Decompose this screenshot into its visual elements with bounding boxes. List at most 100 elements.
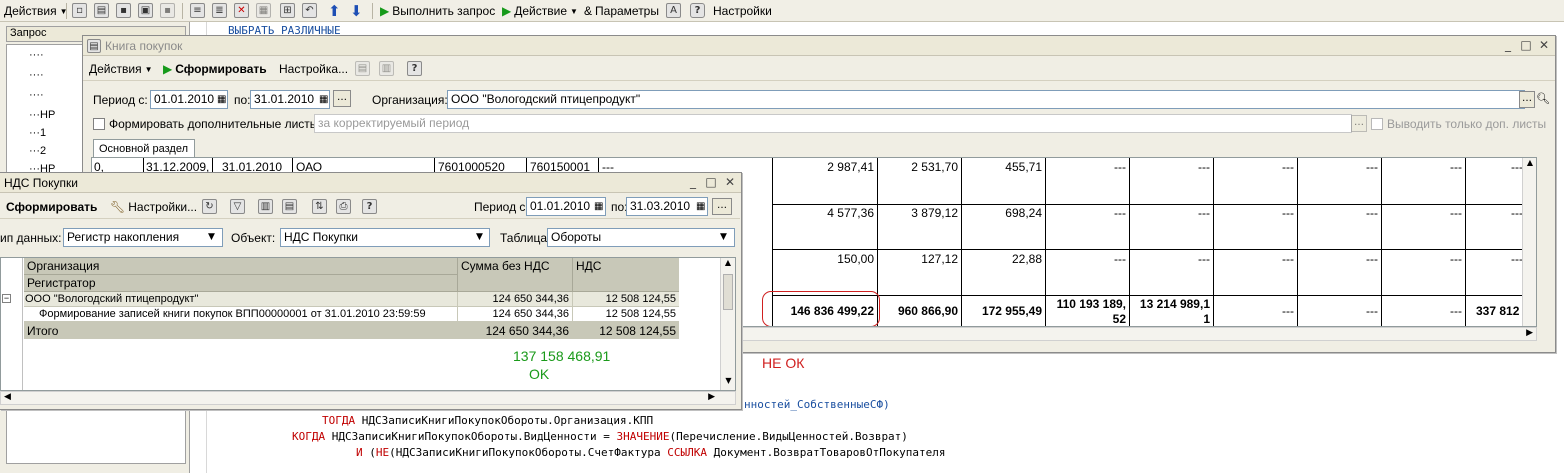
save-all-icon[interactable]: ▣ [138,3,153,18]
settings-button[interactable]: Настройки [713,2,772,20]
book-cell: --- [1198,160,1210,174]
book-actions-menu[interactable]: Действия ▼ [89,60,153,78]
scroll-right-icon[interactable]: ▶ [1526,328,1533,338]
scroll-up-icon[interactable]: ▲ [721,258,735,272]
correction-select-button[interactable]: … [1351,115,1367,132]
print-icon[interactable]: ⎙ [336,199,351,214]
book-cell: --- [1114,160,1126,174]
book-total-cell: 337 812 [1476,304,1520,318]
calendar-icon[interactable]: ▦ [696,201,705,212]
vat-purchases-titlebar[interactable]: НДС Покупки [0,173,741,193]
minimize-icon[interactable]: _ [686,175,700,189]
calendar-icon[interactable]: ▦ [217,94,226,105]
close-icon[interactable]: ✕ [1537,38,1551,52]
run-query-button[interactable]: ▶ Выполнить запрос [380,2,495,20]
add-rows-icon[interactable]: ≡ [190,3,205,18]
maximize-icon[interactable]: □ [1519,38,1533,52]
collapse-icon[interactable]: − [2,294,11,303]
undo-icon[interactable]: ↶ [302,3,317,18]
move-down-icon[interactable]: ⬇ [350,2,363,20]
filter-icon[interactable]: ▽ [230,199,245,214]
period-select-button[interactable]: … [333,90,351,107]
vat-horizontal-scrollbar[interactable]: ◀ ▶ [0,391,736,405]
book-cell: --- [1282,252,1294,266]
tree-item[interactable]: ···1 [29,127,46,139]
row-vat: 12 508 124,55 [605,293,676,305]
help-icon[interactable]: ? [407,61,422,76]
book-total-cell: --- [1282,304,1294,318]
scroll-down-icon[interactable]: ▼ [721,376,735,385]
scroll-up-icon[interactable]: ▲ [1523,158,1536,172]
data-type-select[interactable]: Регистр накопления [63,228,223,247]
tree-item[interactable]: ···· [29,89,44,101]
chevron-down-icon[interactable]: ▼ [476,232,483,242]
organization-select-button[interactable]: … [1519,91,1535,108]
refresh-icon[interactable]: ↻ [202,199,217,214]
calendar-icon[interactable]: ▦ [319,94,328,105]
book-vertical-scrollbar[interactable]: ▲ [1522,158,1536,326]
edit-rows-icon[interactable]: ▦ [256,3,271,18]
chevron-down-icon[interactable]: ▼ [208,232,215,242]
columns-icon[interactable]: ▥ [258,199,273,214]
book-cell: --- [1511,160,1523,174]
help-icon[interactable]: ? [690,3,705,18]
expand-icon[interactable]: ⇅ [312,199,327,214]
open-folder-icon[interactable]: ▤ [94,3,109,18]
vat-settings-button[interactable]: 🔧︎ Настройки... [110,198,197,216]
vat-form-button[interactable]: Сформировать [6,198,97,216]
book-cell: --- [1366,252,1378,266]
row-name: ООО "Вологодский птицепродукт" [25,293,199,305]
calendar-icon[interactable]: ▦ [594,201,603,212]
total-sum: 124 650 344,36 [485,324,569,338]
table-row[interactable]: Формирование записей книги покупок ВПП00… [24,307,679,322]
vat-report-area[interactable]: − Организация Регистратор Сумма без НДС … [0,257,736,391]
green-ok-annotation: OK [529,366,550,382]
move-up-icon[interactable]: ⬆ [328,2,341,20]
book-settings-button[interactable]: Настройка... [279,60,348,78]
copy-rows-icon[interactable]: ≣ [212,3,227,18]
maximize-icon[interactable]: □ [704,175,718,189]
book-period-to-input[interactable]: 31.01.2010 [250,90,330,109]
new-file-icon[interactable]: ▫ [72,3,87,18]
tree-item[interactable]: ···НР [29,109,55,121]
only-extra-label: Выводить только доп. листы [1387,117,1547,131]
minimize-icon[interactable]: _ [1501,38,1515,52]
object-select[interactable]: НДС Покупки [280,228,490,247]
tree-item[interactable]: ···2 [29,145,46,157]
params-button[interactable]: & Параметры [584,2,659,20]
table-row[interactable]: ООО "Вологодский птицепродукт" 124 650 3… [24,292,679,307]
import-icon[interactable]: ▥ [379,61,394,76]
tree-item[interactable]: ···· [29,69,44,81]
scroll-left-icon[interactable]: ◀ [4,392,11,402]
book-total-cell: --- [1366,304,1378,318]
book-form-button[interactable]: ▶ Сформировать [163,60,267,78]
organization-input[interactable]: ООО "Вологодский птицепродукт" [447,90,1525,109]
help-icon[interactable]: ? [362,199,377,214]
purchase-book-titlebar[interactable]: ▤ Книга покупок [83,36,1555,56]
vat-period-select-button[interactable]: … [712,198,732,215]
only-extra-checkbox[interactable] [1371,118,1383,130]
correction-period-input[interactable]: за корректируемый период [314,114,1352,133]
delete-rows-icon[interactable]: ✕ [234,3,249,18]
designer-icon[interactable]: A [666,3,681,18]
vat-vertical-scrollbar[interactable]: ▲ ▼ [720,258,735,390]
scroll-right-icon[interactable]: ▶ [708,392,715,402]
scroll-thumb[interactable] [723,274,733,310]
actions-menu[interactable]: Действия ▼ [4,2,68,20]
save-icon[interactable]: ▪ [116,3,131,18]
table-select[interactable]: Обороты [547,228,735,247]
tree-item[interactable]: ···· [29,49,44,61]
red-highlight-box [762,291,880,326]
export-icon[interactable]: ▤ [355,61,370,76]
action-menu[interactable]: ▶ Действие ▼ [502,2,578,20]
tab-main-section[interactable]: Основной раздел [93,139,195,158]
level-icon[interactable]: ⊞ [280,3,295,18]
total-vat: 12 508 124,55 [599,324,676,338]
close-icon[interactable]: ✕ [723,175,737,189]
header-sum: Сумма без НДС [457,258,572,292]
chevron-down-icon[interactable]: ▼ [720,232,727,242]
extra-sheets-checkbox[interactable] [93,118,105,130]
table-icon[interactable]: ▤ [282,199,297,214]
search-icon[interactable]: 🔍︎ [1536,92,1550,105]
save-copy-icon[interactable]: ▪ [160,3,175,18]
